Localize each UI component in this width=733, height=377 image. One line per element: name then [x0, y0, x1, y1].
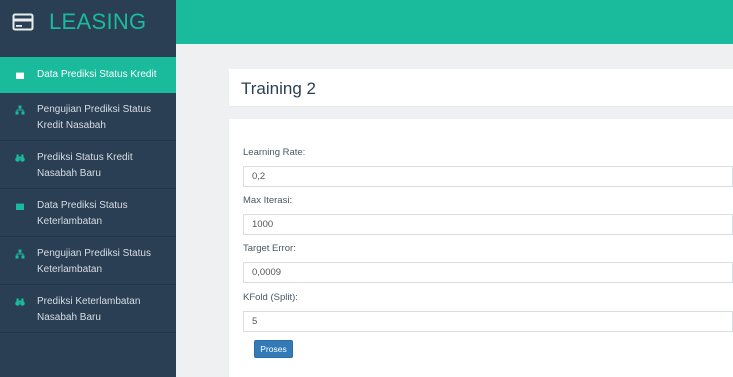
max-iterasi-group: Max Iterasi: 1000 — [243, 194, 733, 235]
app-title: LEASING — [49, 9, 147, 34]
document-icon — [15, 198, 37, 214]
sidebar-item-label: Prediksi Status Kredit Nasabah Baru — [37, 152, 133, 179]
sidebar: LEASING Data Prediksi Status Kredit Peng… — [0, 0, 176, 377]
credit-card-icon — [12, 11, 34, 33]
max-iterasi-input[interactable]: 1000 — [243, 214, 733, 235]
sidebar-item-pengujian-status-kredit[interactable]: Pengujian Prediksi Status Kredit Nasabah — [0, 93, 176, 141]
sidebar-item-pengujian-keterlambatan[interactable]: Pengujian Prediksi Status Keterlambatan — [0, 237, 176, 285]
target-error-group: Target Error: 0,0009 — [243, 242, 733, 283]
sidebar-item-data-prediksi-keterlambatan[interactable]: Data Prediksi Status Keterlambatan — [0, 189, 176, 237]
sidebar-item-label: Pengujian Prediksi Status Keterlambatan — [37, 248, 151, 275]
sidebar-item-data-prediksi-status-kredit[interactable]: Data Prediksi Status Kredit — [0, 57, 176, 93]
sidebar-item-prediksi-status-kredit-baru[interactable]: Prediksi Status Kredit Nasabah Baru — [0, 141, 176, 189]
proses-button[interactable]: Proses — [254, 340, 293, 358]
page-title-panel: Training 2 — [229, 69, 733, 107]
sidebar-item-label: Data Prediksi Status Kredit — [37, 69, 157, 80]
binoculars-icon — [15, 150, 37, 166]
page-title: Training 2 — [241, 79, 316, 98]
sitemap-icon — [15, 246, 37, 262]
training-form: Learning Rate: 0,2 Max Iterasi: 1000 Tar… — [229, 119, 733, 377]
top-navbar — [176, 0, 733, 44]
sidebar-item-label: Prediksi Keterlambatan Nasabah Baru — [37, 296, 141, 323]
sidebar-item-label: Pengujian Prediksi Status Kredit Nasabah — [37, 104, 151, 131]
kfold-group: KFold (Split): 5 — [243, 291, 733, 332]
sidebar-item-prediksi-keterlambatan-baru[interactable]: Prediksi Keterlambatan Nasabah Baru — [0, 285, 176, 333]
kfold-input[interactable]: 5 — [243, 311, 733, 332]
sidebar-menu: Data Prediksi Status Kredit Pengujian Pr… — [0, 57, 176, 333]
target-error-label: Target Error: — [243, 243, 296, 254]
sitemap-icon — [15, 102, 37, 118]
kfold-label: KFold (Split): — [243, 292, 298, 303]
document-icon — [15, 70, 37, 80]
app-brand[interactable]: LEASING — [0, 0, 176, 44]
binoculars-icon — [15, 294, 37, 310]
sidebar-item-label: Data Prediksi Status Keterlambatan — [37, 200, 128, 227]
learning-rate-label: Learning Rate: — [243, 147, 306, 158]
target-error-input[interactable]: 0,0009 — [243, 262, 733, 283]
learning-rate-input[interactable]: 0,2 — [243, 166, 733, 187]
learning-rate-group: Learning Rate: 0,2 — [243, 146, 733, 187]
max-iterasi-label: Max Iterasi: — [243, 195, 293, 206]
